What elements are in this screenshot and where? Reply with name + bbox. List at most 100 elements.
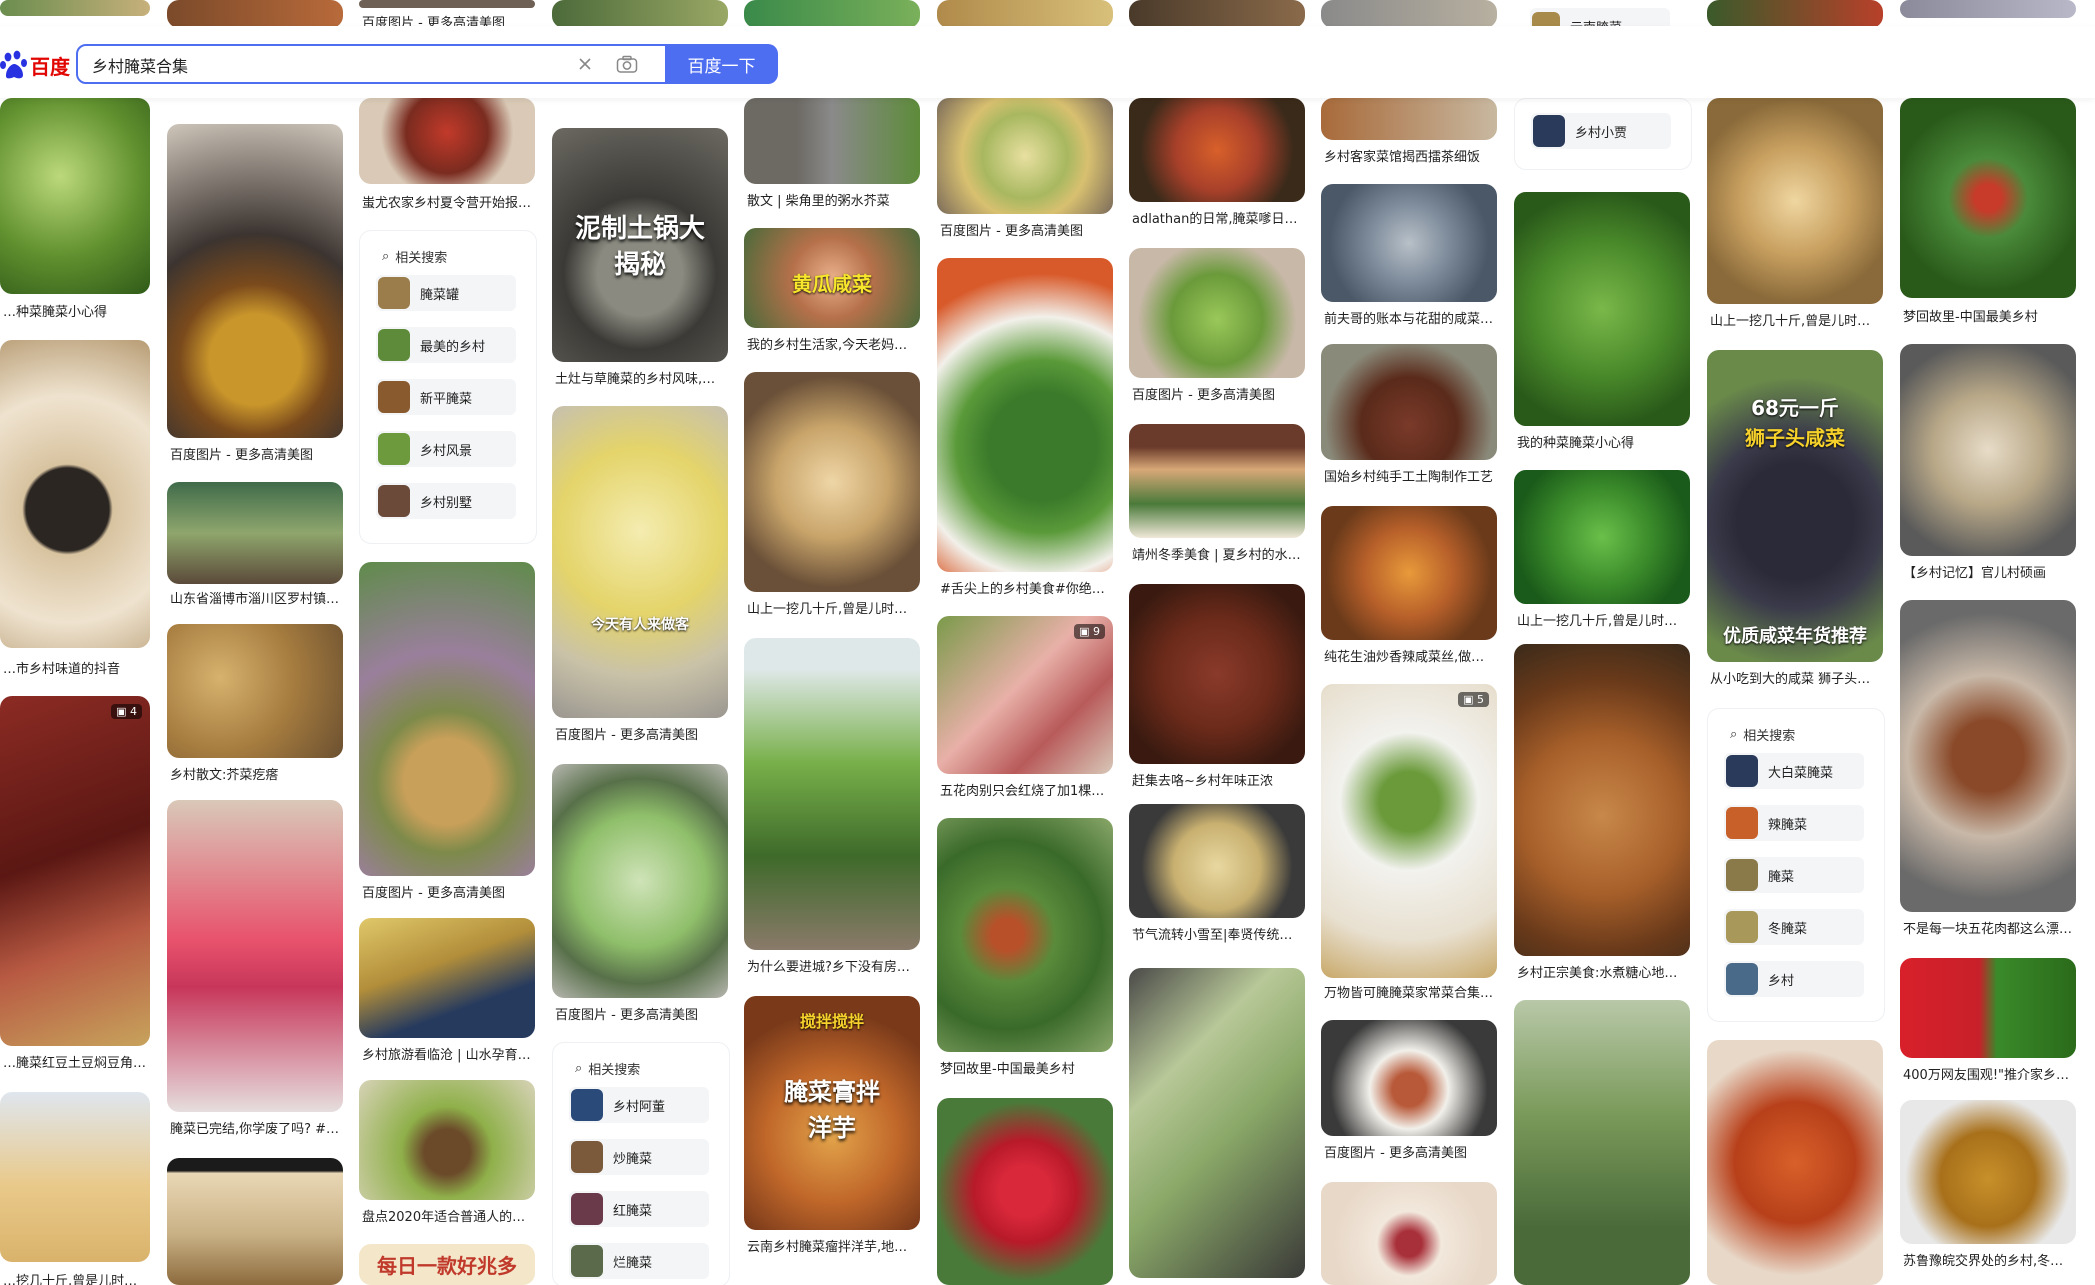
result-caption[interactable]: 山上一挖几十斤,曾是儿时… xyxy=(1517,610,1688,629)
result-card[interactable]: 我的种菜腌菜小心得 xyxy=(1514,192,1690,454)
result-card[interactable]: 百度图片 - 更多高清美图 xyxy=(552,764,728,1026)
result-image[interactable] xyxy=(1321,684,1497,978)
result-card[interactable]: …挖几十斤,曾是儿时… xyxy=(0,1092,150,1285)
result-card[interactable]: 百度图片 - 更多高清美图 xyxy=(937,98,1113,239)
result-card[interactable]: 盘点2020年适合普通人的… xyxy=(359,1080,535,1225)
result-card[interactable]: 梦回故里-中国最美乡村 xyxy=(937,818,1113,1080)
related-search-item[interactable]: 乡村阿董 xyxy=(569,1087,709,1123)
result-image[interactable] xyxy=(1707,0,1883,28)
result-caption[interactable]: 400万网友围观!"推介家乡… xyxy=(1903,1064,2074,1083)
result-image[interactable] xyxy=(167,0,343,28)
result-caption[interactable]: 百度图片 - 更多高清美图 xyxy=(940,220,1111,239)
result-card[interactable] xyxy=(1129,968,1305,1278)
result-caption[interactable]: 云南乡村腌菜瘤拌洋芋,地… xyxy=(747,1236,918,1255)
result-card[interactable]: 山东省淄博市淄川区罗村镇… xyxy=(167,482,343,610)
result-card[interactable]: ▣ 5 万物皆可腌腌菜家常菜合集… xyxy=(1321,684,1497,1004)
result-image[interactable] xyxy=(1707,98,1883,304)
related-tag[interactable]: 乡村小贾 xyxy=(1531,113,1671,149)
result-card[interactable]: 68元一斤 狮子头咸菜 优质咸菜年货推荐 从小吃到大的咸菜 狮子头… xyxy=(1707,350,1883,690)
result-image[interactable] xyxy=(744,98,920,184)
result-image[interactable] xyxy=(744,372,920,592)
result-caption[interactable]: 靖州冬季美食 | 夏乡村的水… xyxy=(1132,544,1303,563)
result-card[interactable]: 为什么要进城?乡下没有房… xyxy=(744,638,920,978)
result-caption[interactable]: #舌尖上的乡村美食#你绝对… xyxy=(940,578,1111,597)
result-caption[interactable]: 百度图片 - 更多高清美图 xyxy=(170,444,341,463)
result-caption[interactable]: 乡村正宗美食:水煮糖心地… xyxy=(1517,962,1688,981)
result-caption[interactable]: adlathan的日常,腌菜嗲日常… xyxy=(1132,208,1303,227)
result-image[interactable] xyxy=(1707,1040,1883,1285)
result-caption[interactable]: 乡村散文:芥菜疙瘩 xyxy=(170,764,341,783)
baidu-logo[interactable]: 百度 xyxy=(0,48,70,82)
result-card[interactable]: 山上一挖几十斤,曾是儿时… xyxy=(1707,98,1883,334)
result-caption[interactable]: 百度图片 - 更多高清美图 xyxy=(1324,1142,1495,1161)
result-caption[interactable]: 百度图片 - 更多高清美图 xyxy=(555,1004,726,1023)
result-image[interactable] xyxy=(552,764,728,998)
result-image[interactable] xyxy=(359,0,535,8)
result-caption[interactable]: …市乡村味道的抖音 xyxy=(3,658,148,677)
result-card[interactable]: 百度图片 - 更多高清美图 xyxy=(1129,248,1305,408)
result-caption[interactable]: 山上一挖几十斤,曾是儿时… xyxy=(747,598,918,617)
result-image[interactable] xyxy=(552,0,728,28)
result-image[interactable] xyxy=(1900,0,2076,18)
result-card[interactable]: 百度图片 - 更多高清美图 xyxy=(359,562,535,902)
result-caption[interactable]: 蚩尤农家乡村夏令营开始报… xyxy=(362,192,533,211)
result-image[interactable] xyxy=(1514,192,1690,426)
result-card[interactable]: 400万网友围观!"推介家乡… xyxy=(1900,958,2076,1083)
result-card[interactable]: 乡村旅游看临沧 | 山水孕育… xyxy=(359,918,535,1063)
related-search-item[interactable]: 新平腌菜 xyxy=(376,379,516,415)
result-image[interactable] xyxy=(359,562,535,876)
result-image[interactable] xyxy=(359,918,535,1038)
result-card[interactable]: 百度图片 - 更多高清美图 xyxy=(167,124,343,464)
result-image[interactable] xyxy=(744,638,920,950)
result-image[interactable] xyxy=(1900,1100,2076,1244)
related-search-item[interactable]: 腌菜罐 xyxy=(376,275,516,311)
result-caption[interactable]: 不是每一块五花肉都这么漂… xyxy=(1903,918,2074,937)
result-card[interactable]: 节气流转小雪至|奉贤传统… xyxy=(1129,804,1305,944)
result-image[interactable] xyxy=(937,616,1113,774)
result-card[interactable] xyxy=(167,1158,343,1285)
result-caption[interactable]: 我的种菜腌菜小心得 xyxy=(1517,432,1688,451)
result-image[interactable] xyxy=(552,406,728,718)
result-image[interactable] xyxy=(359,1080,535,1200)
result-image[interactable] xyxy=(0,696,150,1046)
result-image[interactable] xyxy=(167,624,343,758)
related-search-item[interactable]: 烂腌菜 xyxy=(569,1243,709,1279)
result-image[interactable] xyxy=(1321,506,1497,640)
result-caption[interactable]: 乡村客家菜馆揭西擂茶细饭 xyxy=(1324,146,1495,165)
result-card[interactable]: 靖州冬季美食 | 夏乡村的水… xyxy=(1129,424,1305,564)
result-card[interactable]: 百度图片 - 更多高清美图 xyxy=(1321,1020,1497,1164)
result-image[interactable] xyxy=(1321,98,1497,140)
result-image[interactable] xyxy=(1129,0,1305,28)
result-card[interactable] xyxy=(937,1098,1113,1285)
result-caption[interactable]: 五花肉别只会红烧了加1棵… xyxy=(940,780,1111,799)
result-card[interactable] xyxy=(1514,1000,1690,1285)
result-card[interactable]: 山上一挖几十斤,曾是儿时… xyxy=(1514,470,1690,630)
result-image[interactable] xyxy=(1514,470,1690,604)
result-image[interactable] xyxy=(0,1092,150,1262)
result-card[interactable]: ▣ 4 …腌菜红豆土豆焖豆角真… xyxy=(0,696,150,1071)
related-search-item[interactable]: 最美的乡村 xyxy=(376,327,516,363)
result-card[interactable]: 蚩尤农家乡村夏令营开始报… xyxy=(359,98,535,211)
related-search-item[interactable]: 乡村风景 xyxy=(376,431,516,467)
related-search-item[interactable]: 腌菜 xyxy=(1724,857,1864,893)
result-image[interactable] xyxy=(1900,344,2076,556)
result-image[interactable] xyxy=(167,800,343,1112)
result-caption[interactable]: 土灶与草腌菜的乡村风味,… xyxy=(555,368,726,387)
result-image[interactable] xyxy=(937,0,1113,28)
result-image[interactable] xyxy=(937,258,1113,572)
result-caption[interactable]: 为什么要进城?乡下没有房… xyxy=(747,956,918,975)
result-image[interactable] xyxy=(0,340,150,648)
search-button[interactable]: 百度一下 xyxy=(665,44,778,84)
result-caption[interactable]: 纯花生油炒香辣咸菜丝,做… xyxy=(1324,646,1495,665)
result-card[interactable]: 山上一挖几十斤,曾是儿时… xyxy=(744,372,920,620)
result-card[interactable]: 国始乡村纯手工土陶制作工艺 xyxy=(1321,344,1497,488)
result-image[interactable] xyxy=(1321,1182,1497,1285)
result-caption[interactable]: …种菜腌菜小心得 xyxy=(3,301,148,320)
result-card[interactable]: 搅拌搅拌 腌菜膏拌 洋芋 云南乡村腌菜瘤拌洋芋,地… xyxy=(744,996,920,1256)
result-caption[interactable]: 山上一挖几十斤,曾是儿时… xyxy=(1710,310,1881,329)
result-caption[interactable]: 苏鲁豫皖交界处的乡村,冬… xyxy=(1903,1250,2074,1269)
result-image[interactable] xyxy=(1321,1020,1497,1136)
result-image[interactable] xyxy=(1129,968,1305,1278)
result-image[interactable] xyxy=(167,1158,343,1285)
result-image[interactable] xyxy=(744,0,920,28)
